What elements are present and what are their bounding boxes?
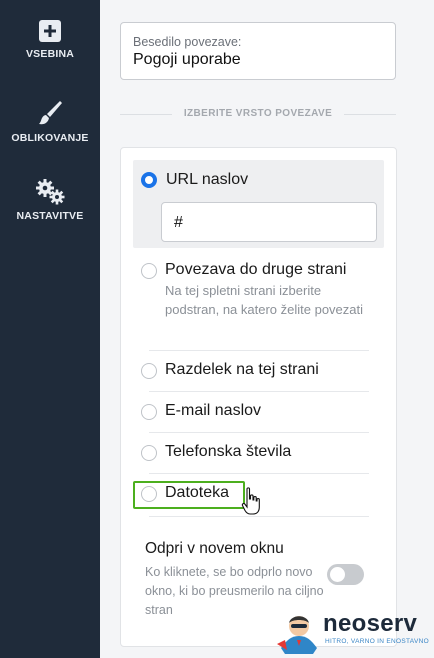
sidebar-item-label: OBLIKOVANJE <box>11 132 89 144</box>
radio-page-link[interactable] <box>141 263 157 279</box>
link-text-label: Besedilo povezave: <box>133 35 242 49</box>
brush-icon <box>35 98 65 128</box>
option-file-label[interactable]: Datoteka <box>165 484 229 502</box>
sidebar-item-label: NASTAVITVE <box>16 210 84 222</box>
sidebar-item-label: VSEBINA <box>25 48 75 60</box>
sidebar-item-design[interactable]: OBLIKOVANJE <box>0 98 100 144</box>
gears-icon <box>34 178 66 206</box>
option-url-label: URL naslov <box>166 171 249 188</box>
option-page-link-description: Na tej spletni strani izberite podstran,… <box>165 283 364 317</box>
sidebar-item-content[interactable]: VSEBINA <box>0 20 100 60</box>
option-page-link-label[interactable]: Povezava do druge strani <box>165 261 346 279</box>
option-email-label[interactable]: E-mail naslov <box>165 402 261 420</box>
radio-email[interactable] <box>141 404 157 420</box>
brand-tagline: HITRO, VARNO IN ENOSTAVNO <box>325 638 429 645</box>
sidebar: VSEBINA OBLIKOVANJE NASTAVITVE <box>0 0 100 658</box>
new-window-title: Odpri v novem oknu <box>145 540 284 557</box>
option-url[interactable]: URL naslov # <box>133 160 384 248</box>
divider <box>149 391 369 392</box>
mascot-icon <box>277 610 321 658</box>
radio-phone[interactable] <box>141 445 157 461</box>
sidebar-item-settings[interactable]: NASTAVITVE <box>0 178 100 222</box>
divider <box>149 432 369 433</box>
divider <box>149 473 369 474</box>
option-section-label[interactable]: Razdelek na tej strani <box>165 361 319 379</box>
radio-section[interactable] <box>141 363 157 379</box>
radio-url[interactable] <box>141 172 157 188</box>
link-text-value[interactable]: Pogoji uporabe <box>133 51 383 69</box>
link-type-options: URL naslov # Povezava do druge strani Na… <box>120 147 397 647</box>
link-settings-panel: Besedilo povezave: Pogoji uporabe IZBERI… <box>100 0 434 658</box>
option-phone-label[interactable]: Telefonska števila <box>165 443 291 461</box>
plus-icon <box>39 20 61 42</box>
new-window-toggle[interactable] <box>327 564 364 585</box>
brand-logo: neoserv HITRO, VARNO IN ENOSTAVNO <box>277 610 432 656</box>
divider <box>344 114 396 115</box>
toggle-knob <box>330 567 345 582</box>
url-input[interactable]: # <box>161 202 377 242</box>
link-type-heading: IZBERITE VRSTO POVEZAVE <box>120 106 396 122</box>
divider <box>149 350 369 351</box>
hand-cursor-icon <box>241 486 261 525</box>
brand-name: neoserv <box>323 610 418 637</box>
link-text-field[interactable]: Besedilo povezave: Pogoji uporabe <box>120 22 396 80</box>
radio-file[interactable] <box>141 486 157 502</box>
